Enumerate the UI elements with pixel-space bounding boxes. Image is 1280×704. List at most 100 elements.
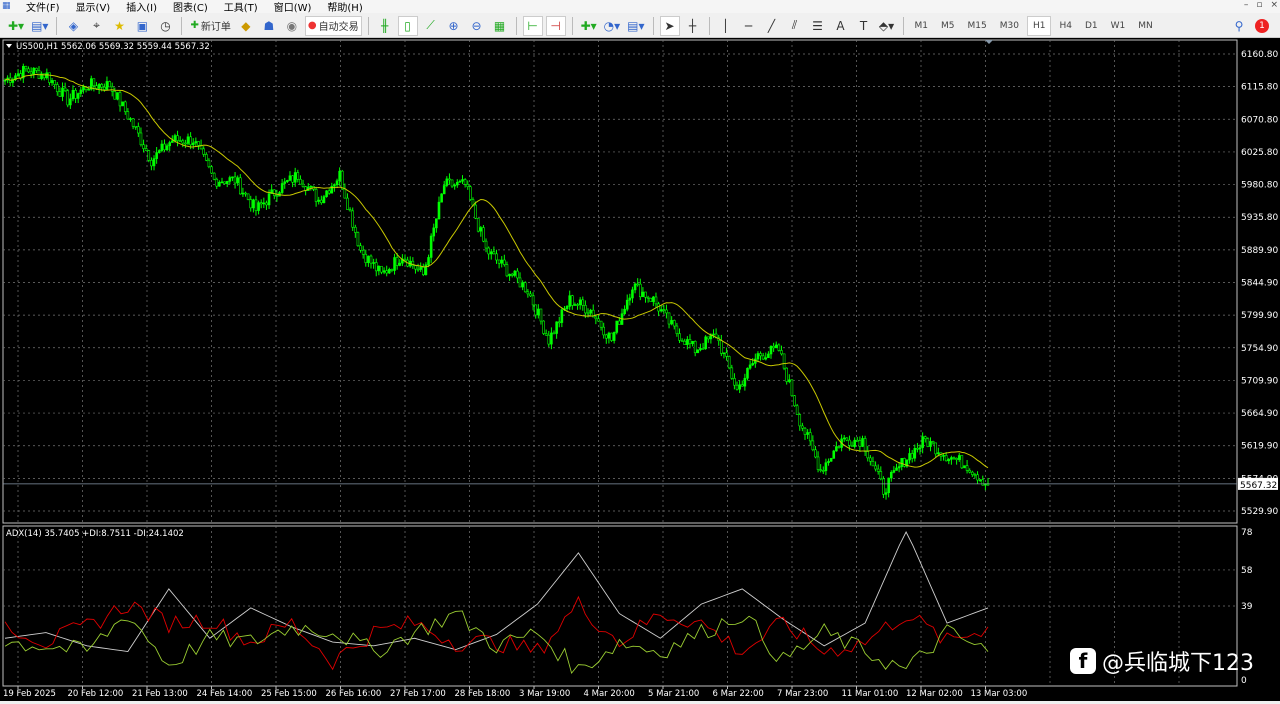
menu-file[interactable]: 文件(F) [18,0,68,14]
candle [965,465,969,471]
candle [631,289,634,299]
text-icon[interactable]: A [831,16,851,36]
close-button[interactable]: × [1270,0,1278,10]
candle [597,318,600,322]
market-watch-icon[interactable]: ◈ [63,16,83,36]
arrows-icon[interactable]: ⬘▾ [877,16,897,36]
candle [207,159,211,168]
menu-insert[interactable]: 插入(I) [118,0,165,14]
notification-badge: 1 [1255,18,1269,33]
zoom-in-icon[interactable]: ⊕ [444,16,464,36]
candle [338,170,341,182]
candle [173,135,177,142]
zoom-out-icon[interactable]: ⊖ [467,16,487,36]
candle [437,201,441,220]
timeframe-m30[interactable]: M30 [995,21,1024,31]
menu-help[interactable]: 帮助(H) [319,0,370,14]
timeframe-m5[interactable]: M5 [936,21,960,31]
indicator-info: ADX(14) 35.7405 +DI:8.7511 -DI:24.1402 [6,529,184,539]
text-label-icon[interactable]: T [854,16,874,36]
chart-info: US500,H1 5562.06 5569.32 5559.44 5567.32 [16,42,210,52]
candle [816,456,820,470]
candle [785,367,788,382]
candle [448,178,451,181]
chart-window[interactable]: 6160.80 6115.80 6070.80 6025.80 5980.80 5935.… [0,38,1280,701]
navigator-icon[interactable]: ★ [109,16,129,36]
minus-di-line [4,595,989,671]
candle [610,332,613,341]
candle [571,295,574,306]
notifications-button[interactable]: 1 [1252,16,1272,36]
bar-chart-icon[interactable]: ╫ [375,16,395,36]
indicators-icon[interactable]: ✚▾ [579,16,599,36]
candle [382,270,386,273]
candle [586,312,590,315]
timeframe-d1[interactable]: D1 [1080,21,1103,31]
tile-windows-icon[interactable]: ▦ [490,16,510,36]
timeframe-m15[interactable]: M15 [963,21,992,31]
candle [55,84,59,93]
candle [455,182,459,186]
timeframe-h1[interactable]: H1 [1026,15,1052,36]
candle [727,356,731,369]
menu-tools[interactable]: 工具(T) [216,0,266,14]
candle [607,332,611,339]
candlestick-icon[interactable]: ▯ [397,15,418,36]
candle [210,166,213,174]
profiles-icon[interactable]: ▤▾ [29,16,50,36]
price-label: 5844.90 [1241,279,1278,289]
templates-icon[interactable]: ▤▾ [625,16,646,36]
candle [427,257,430,266]
candle [542,320,545,334]
cursor-icon[interactable]: ➤ [659,15,680,36]
market-icon[interactable]: ◉ [282,16,302,36]
candle [110,86,114,92]
periods-icon[interactable]: ◔▾ [602,16,623,36]
data-window-icon[interactable]: ⌖ [86,16,106,36]
timeframe-h4[interactable]: H4 [1054,21,1077,31]
candle [680,340,684,342]
candle [32,67,36,75]
menu-window[interactable]: 窗口(W) [266,0,320,14]
candle [516,270,519,279]
time-label: 6 Mar 22:00 [713,689,764,699]
timeframe-w1[interactable]: W1 [1106,21,1131,31]
menu-charts[interactable]: 图表(C) [165,0,216,14]
metaeditor-icon[interactable]: ◆ [236,16,256,36]
timeframe-mn[interactable]: MN [1133,21,1158,31]
crosshair-icon[interactable]: ┼ [683,16,703,36]
auto-trading-button[interactable]: ● 自动交易 [304,15,362,36]
minimize-button[interactable]: – [1244,0,1249,10]
time-label: 21 Feb 13:00 [132,689,188,699]
terminal-icon[interactable]: ▣ [132,16,152,36]
candle [108,81,111,88]
candle [361,249,365,255]
candle [16,73,20,77]
new-chart-icon[interactable]: ✚▾ [6,16,26,36]
strategy-tester-icon[interactable]: ◷ [155,16,175,36]
restore-button[interactable]: ▫ [1256,0,1262,10]
candle [654,296,658,305]
fibonacci-icon[interactable]: ☰ [808,16,828,36]
search-icon[interactable]: ⚲ [1229,16,1249,36]
candle [693,340,697,354]
menu-view[interactable]: 显示(V) [68,0,119,14]
candle [155,152,158,159]
signals-icon[interactable]: ☗ [259,16,279,36]
candle [74,90,77,99]
candle [790,379,794,397]
vertical-line-icon[interactable]: │ [716,16,736,36]
new-order-button[interactable]: ✚ 新订单 [188,16,232,36]
horizontal-line-icon[interactable]: ─ [739,16,759,36]
equidistant-channel-icon[interactable]: ⫽ [785,16,805,36]
candle [482,227,485,242]
timeframe-m1[interactable]: M1 [910,21,934,31]
chart-canvas[interactable]: 6160.80 6115.80 6070.80 6025.80 5980.80 5935.… [0,38,1280,701]
candle [874,465,877,470]
auto-scroll-icon[interactable]: ⊢ [522,15,543,36]
line-chart-icon[interactable]: ⟋ [421,16,441,36]
candle [743,377,747,387]
chart-shift-icon[interactable]: ⊣ [545,15,566,36]
candle [644,291,647,298]
trendline-icon[interactable]: ╱ [762,16,782,36]
